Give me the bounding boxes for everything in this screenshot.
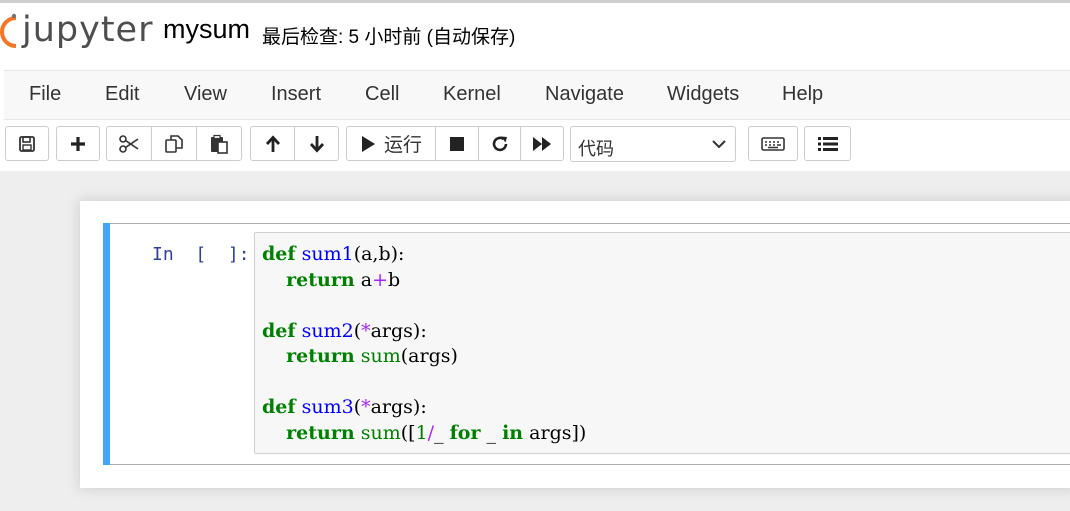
- menu-insert[interactable]: Insert: [271, 83, 321, 106]
- save-icon: [19, 135, 35, 152]
- restart-icon: [492, 136, 507, 151]
- paste-button[interactable]: [196, 126, 242, 161]
- menu-file[interactable]: File: [29, 83, 61, 106]
- menu-kernel[interactable]: Kernel: [443, 83, 501, 106]
- code-text: args]): [523, 422, 587, 444]
- code-editor[interactable]: [254, 232, 1070, 454]
- code-text: ([: [400, 422, 416, 444]
- list-icon: [817, 136, 838, 151]
- restart-button[interactable]: [478, 126, 521, 161]
- selected-cell-indicator: [103, 223, 110, 465]
- number: 1: [415, 422, 428, 444]
- code-text: args):: [370, 320, 427, 342]
- code-text: (: [353, 396, 362, 418]
- function-name: sum2: [301, 320, 354, 342]
- fast-forward-icon: [533, 136, 551, 151]
- keyword: in: [502, 422, 524, 444]
- menu-help[interactable]: Help: [782, 83, 823, 106]
- function-name: sum3: [301, 396, 354, 418]
- toc-button[interactable]: [804, 126, 851, 161]
- cut-icon: [119, 134, 139, 153]
- arrow-up-icon: [265, 134, 280, 152]
- plus-icon: [71, 136, 85, 151]
- menu-widgets[interactable]: Widgets: [667, 83, 739, 106]
- code-line-2: return a+b: [262, 269, 400, 291]
- code-text: b: [387, 269, 401, 291]
- code-text: a: [360, 269, 373, 291]
- code-line-1: def sum1(a,b):: [262, 243, 404, 265]
- operator: *: [361, 320, 371, 342]
- interrupt-button[interactable]: [435, 126, 479, 161]
- menu-view[interactable]: View: [184, 83, 227, 106]
- operator: *: [361, 396, 371, 418]
- top-divider: [0, 0, 1070, 3]
- stop-icon: [450, 136, 464, 151]
- chevron-down-icon: [712, 140, 726, 149]
- keyword: for: [449, 422, 481, 444]
- keyword: def: [262, 320, 296, 342]
- code-text: args):: [370, 396, 427, 418]
- save-button[interactable]: [5, 126, 49, 161]
- code-line-5: return sum(args): [262, 345, 458, 367]
- play-icon: [361, 135, 375, 152]
- move-down-button[interactable]: [294, 126, 339, 161]
- code-text: _: [480, 422, 503, 444]
- logo-text[interactable]: jupyter: [22, 10, 153, 50]
- arrow-down-icon: [309, 135, 324, 153]
- keyboard-icon: [761, 136, 785, 151]
- keyword: return: [286, 269, 355, 291]
- keyword: return: [286, 345, 355, 367]
- menu-edit[interactable]: Edit: [105, 83, 139, 106]
- copy-button[interactable]: [151, 126, 197, 161]
- cell-type-select[interactable]: 代码: [570, 126, 736, 162]
- code-line-4: def sum2(*args):: [262, 320, 427, 342]
- restart-run-all-button[interactable]: [520, 126, 564, 161]
- builtin-name: sum: [360, 422, 401, 444]
- keyword: def: [262, 243, 296, 265]
- notebook-name[interactable]: mysum: [163, 14, 250, 45]
- code-text: (a,b):: [353, 243, 405, 265]
- keyword: return: [286, 422, 355, 444]
- input-prompt: In [ ]:: [152, 244, 250, 265]
- code-text: (args): [400, 345, 458, 367]
- code-text: _: [434, 422, 450, 444]
- insert-cell-button[interactable]: [56, 126, 100, 161]
- paste-icon: [211, 134, 228, 154]
- code-line-8: return sum([1/_ for _ in args]): [262, 422, 586, 444]
- header: jupyter mysum 最后检查: 5 小时前 (自动保存) File Ed…: [0, 0, 1070, 171]
- menubar: File Edit View Insert Cell Kernel Naviga…: [4, 70, 1070, 120]
- keyword: def: [262, 396, 296, 418]
- cut-button[interactable]: [106, 126, 152, 161]
- menu-navigate[interactable]: Navigate: [545, 83, 624, 106]
- code-line-7: def sum3(*args):: [262, 396, 427, 418]
- copy-icon: [165, 134, 183, 153]
- run-label: 运行: [383, 135, 422, 156]
- function-name: sum1: [301, 243, 354, 265]
- move-up-button[interactable]: [250, 126, 295, 161]
- cell-type-value: 代码: [578, 139, 614, 159]
- operator: +: [372, 269, 388, 291]
- menu-cell[interactable]: Cell: [365, 83, 399, 106]
- run-button[interactable]: 运行: [346, 126, 436, 161]
- builtin-name: sum: [360, 345, 401, 367]
- command-palette-button[interactable]: [748, 126, 798, 161]
- checkpoint-status: 最后检查: 5 小时前 (自动保存): [262, 27, 516, 48]
- code-text: (: [353, 320, 362, 342]
